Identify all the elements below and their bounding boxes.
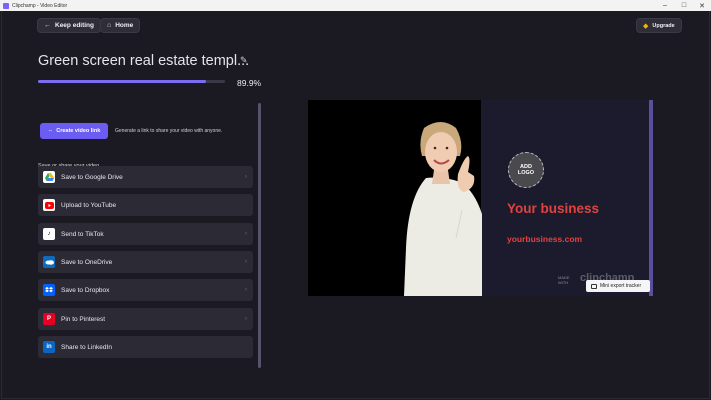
home-icon: ⌂: [107, 22, 112, 29]
add-logo-placeholder: ADD LOGO: [508, 152, 544, 188]
share-item-label: Save to Google Drive: [61, 173, 123, 181]
link-icon: ⇔: [47, 128, 54, 134]
share-onedrive[interactable]: Save to OneDrive ›: [38, 251, 253, 273]
preview-edge-strip: [649, 100, 653, 296]
mini-export-tracker[interactable]: Mini export tracker: [586, 280, 650, 292]
keep-editing-button[interactable]: ← Keep editing: [37, 18, 102, 33]
share-tiktok[interactable]: ♪ Send to TikTok ›: [38, 223, 253, 245]
share-google-drive[interactable]: Save to Google Drive ›: [38, 166, 253, 188]
pinterest-icon: P: [43, 313, 55, 325]
youtube-icon: [43, 199, 55, 211]
project-title: Green screen real estate templ...: [38, 53, 250, 69]
window-title: Clipchamp - Video Editor: [12, 2, 68, 9]
share-linkedin[interactable]: in Share to LinkedIn: [38, 336, 253, 358]
share-pinterest[interactable]: P Pin to Pinterest ›: [38, 308, 253, 330]
clipchamp-app-icon: [3, 2, 9, 9]
tiktok-icon: ♪: [43, 228, 55, 240]
maximize-button[interactable]: □: [675, 0, 693, 11]
chevron-right-icon: ›: [245, 174, 247, 180]
presenter-image: [404, 122, 482, 296]
close-button[interactable]: ✕: [693, 0, 711, 11]
share-item-label: Share to LinkedIn: [61, 343, 112, 351]
window-titlebar: Clipchamp - Video Editor: [0, 0, 711, 11]
home-button[interactable]: ⌂ Home: [100, 18, 141, 33]
share-item-label: Upload to YouTube: [61, 201, 117, 209]
create-video-link-label: Create video link: [56, 128, 101, 134]
home-label: Home: [115, 22, 134, 29]
share-item-label: Save to Dropbox: [61, 286, 110, 294]
upgrade-label: Upgrade: [652, 22, 675, 29]
share-dropbox[interactable]: Save to Dropbox ›: [38, 279, 253, 301]
keep-editing-label: Keep editing: [55, 22, 95, 29]
chevron-right-icon: ›: [245, 316, 247, 322]
chevron-right-icon: ›: [245, 231, 247, 237]
business-url-text: yourbusiness.com: [507, 234, 583, 244]
diamond-icon: ◆: [643, 22, 649, 30]
export-progress-fill: [38, 80, 207, 83]
upgrade-button[interactable]: ◆ Upgrade: [636, 18, 682, 33]
preview-brand-panel: [481, 100, 653, 296]
share-item-label: Pin to Pinterest: [61, 315, 106, 323]
export-screen: ← Keep editing ⌂ Home ◆ Upgrade Green sc…: [1, 11, 710, 399]
onedrive-icon: [43, 256, 55, 268]
chevron-right-icon: ›: [245, 287, 247, 293]
arrow-left-icon: ←: [44, 22, 51, 29]
watermark-made-with: MADE WITH: [558, 275, 570, 285]
minimize-button[interactable]: –: [656, 0, 674, 11]
business-name-text: Your business: [507, 201, 600, 216]
linkedin-icon: in: [43, 341, 55, 353]
export-progress-bar: [38, 80, 225, 83]
create-video-link-button[interactable]: ⇔ Create video link: [40, 123, 108, 139]
add-logo-text-2: LOGO: [517, 170, 535, 176]
dropbox-icon: [43, 284, 55, 296]
export-progress-percent: 89.9%: [237, 78, 262, 88]
watermark-with: WITH: [558, 279, 569, 285]
video-preview: ADD LOGO Your business yourbusiness.com …: [308, 100, 653, 296]
share-item-label: Save to OneDrive: [61, 258, 113, 266]
video-link-description: Generate a link to share your video with…: [115, 128, 223, 134]
share-item-label: Send to TikTok: [61, 230, 104, 238]
pencil-icon[interactable]: ✎: [240, 55, 248, 66]
panel-scrollbar[interactable]: [258, 103, 261, 368]
share-youtube[interactable]: Upload to YouTube: [38, 194, 253, 216]
google-drive-icon: [43, 171, 55, 183]
mini-export-tracker-label: Mini export tracker: [600, 283, 642, 289]
tracker-window-icon: [591, 283, 597, 289]
chevron-right-icon: ›: [245, 259, 247, 265]
